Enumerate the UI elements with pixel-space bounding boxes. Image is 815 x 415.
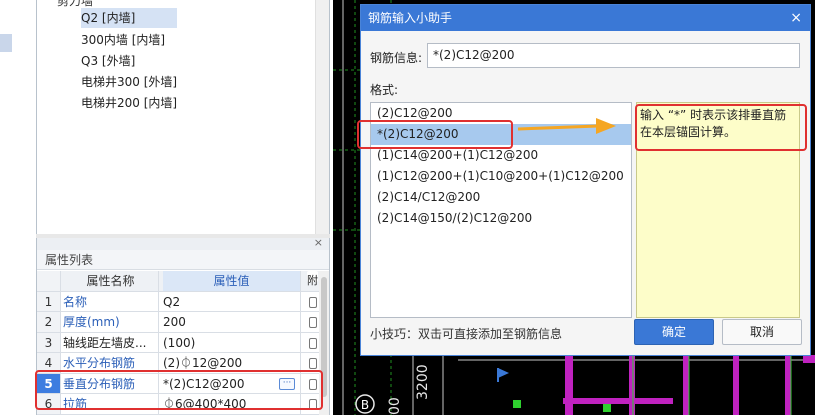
attach-checkbox[interactable] bbox=[309, 399, 317, 410]
tree-item-elevator-300[interactable]: 电梯井300 [外墙] bbox=[81, 72, 177, 92]
row-index: 2 bbox=[37, 312, 61, 332]
format-item-selected[interactable]: *(2)C12@200 bbox=[371, 124, 631, 145]
attach-checkbox[interactable] bbox=[309, 296, 317, 308]
format-list[interactable]: (2)C12@200 *(2)C12@200 (1)C14@200+(1)C12… bbox=[370, 102, 632, 318]
property-value[interactable]: ⏀6@400*400 bbox=[163, 394, 301, 414]
column-header-value: 属性值 bbox=[163, 271, 301, 291]
dialog-titlebar[interactable]: 钢筋输入小助手 × bbox=[361, 5, 810, 31]
format-item[interactable]: (1)C14@200+(1)C12@200 bbox=[371, 145, 631, 166]
column-header-extra: 附 bbox=[307, 271, 318, 287]
property-name: 拉筋 bbox=[63, 394, 159, 414]
scrollbar-thumb[interactable] bbox=[321, 277, 327, 397]
property-panel: × 属性列表 属性名称 属性值 附 1 名称 Q2 2 厚度(mm) 200 3… bbox=[36, 236, 330, 415]
rebar-input-dialog: 钢筋输入小助手 × 钢筋信息: *(2)C12@200 格式: (2)C12@2… bbox=[360, 4, 811, 356]
column-header-name: 属性名称 bbox=[63, 271, 159, 291]
row-index: 4 bbox=[37, 353, 61, 373]
table-row[interactable]: 6 拉筋 ⏀6@400*400 bbox=[37, 394, 319, 415]
property-name: 名称 bbox=[63, 291, 159, 311]
index-column-header bbox=[37, 271, 61, 291]
format-item[interactable]: (2)C12@200 bbox=[371, 103, 631, 124]
format-item[interactable]: (2)C14/C12@200 bbox=[371, 187, 631, 208]
tree-item-q3[interactable]: Q3 [外墙] bbox=[81, 51, 135, 71]
table-row[interactable]: 1 名称 Q2 bbox=[37, 291, 319, 312]
format-item[interactable]: (2)C14@150/(2)C12@200 bbox=[371, 208, 631, 229]
property-value[interactable]: 200 bbox=[163, 312, 301, 332]
component-tree-panel: 剪力墙 Q2 [内墙] 300内墙 [内墙] Q3 [外墙] 电梯井300 [外… bbox=[36, 0, 330, 234]
axis-label: B bbox=[361, 398, 369, 412]
property-panel-title: 属性列表 bbox=[37, 250, 329, 270]
property-value[interactable]: (100) bbox=[163, 332, 301, 352]
property-name: 垂直分布钢筋 bbox=[63, 373, 159, 393]
row-index: 6 bbox=[37, 394, 61, 414]
cad-green-lines bbox=[632, 355, 792, 415]
property-scrollbar[interactable] bbox=[319, 271, 329, 415]
property-panel-titlebar: × bbox=[37, 236, 329, 250]
tree-item-elevator-200[interactable]: 电梯井200 [内墙] bbox=[81, 93, 177, 113]
property-name: 轴线距左墙皮... bbox=[63, 332, 159, 352]
rebar-info-input[interactable]: *(2)C12@200 bbox=[427, 43, 800, 68]
format-item[interactable]: (1)C12@200+(1)C10@200+(1)C12@200 bbox=[371, 166, 631, 187]
attach-checkbox[interactable] bbox=[309, 378, 317, 390]
more-button[interactable]: ··· bbox=[279, 377, 295, 390]
property-table-header: 属性名称 属性值 附 bbox=[37, 271, 319, 292]
row-index: 5 bbox=[37, 373, 61, 393]
property-value[interactable]: Q2 bbox=[163, 291, 301, 311]
close-icon[interactable]: × bbox=[790, 5, 802, 31]
left-edge-strip bbox=[0, 0, 30, 415]
tree-item-300[interactable]: 300内墙 [内墙] bbox=[81, 30, 165, 50]
format-tip-box: 输入 “*” 时表示该排垂直筋在本层锚固计算。 bbox=[636, 102, 800, 318]
dimension-text: 3200 bbox=[415, 364, 431, 400]
row-index: 3 bbox=[37, 332, 61, 352]
property-name: 水平分布钢筋 bbox=[63, 353, 159, 373]
ok-button[interactable]: 确定 bbox=[634, 319, 714, 345]
attach-checkbox[interactable] bbox=[309, 317, 317, 328]
table-row[interactable]: 4 水平分布钢筋 (2)⏀12@200 bbox=[37, 353, 319, 374]
table-row[interactable]: 3 轴线距左墙皮... (100) bbox=[37, 332, 319, 353]
table-row-active[interactable]: 5 垂直分布钢筋 *(2)C12@200 ··· bbox=[37, 373, 319, 394]
close-icon[interactable]: × bbox=[314, 236, 323, 249]
attach-checkbox[interactable] bbox=[309, 337, 317, 349]
tree-item-q2[interactable]: Q2 [内墙] bbox=[81, 8, 177, 28]
flag-icon bbox=[497, 368, 509, 382]
property-value[interactable]: (2)⏀12@200 bbox=[163, 353, 301, 373]
table-row[interactable]: 2 厚度(mm) 200 bbox=[37, 312, 319, 333]
property-table: 属性名称 属性值 附 1 名称 Q2 2 厚度(mm) 200 3 轴线距左墙皮… bbox=[37, 271, 319, 415]
format-label: 格式: bbox=[370, 83, 399, 97]
rebar-info-label: 钢筋信息: bbox=[370, 51, 423, 65]
property-name: 厚度(mm) bbox=[63, 312, 159, 332]
cancel-button[interactable]: 取消 bbox=[722, 319, 802, 345]
dimension-text-2: 00 bbox=[387, 397, 403, 415]
attach-checkbox[interactable] bbox=[309, 358, 317, 369]
hint-text: 小技巧：双击可直接添加至钢筋信息 bbox=[370, 327, 563, 341]
tree-scrollbar[interactable] bbox=[315, 0, 329, 234]
row-index: 1 bbox=[37, 291, 61, 311]
dialog-title: 钢筋输入小助手 bbox=[368, 11, 453, 25]
left-strip-marker bbox=[0, 34, 12, 52]
